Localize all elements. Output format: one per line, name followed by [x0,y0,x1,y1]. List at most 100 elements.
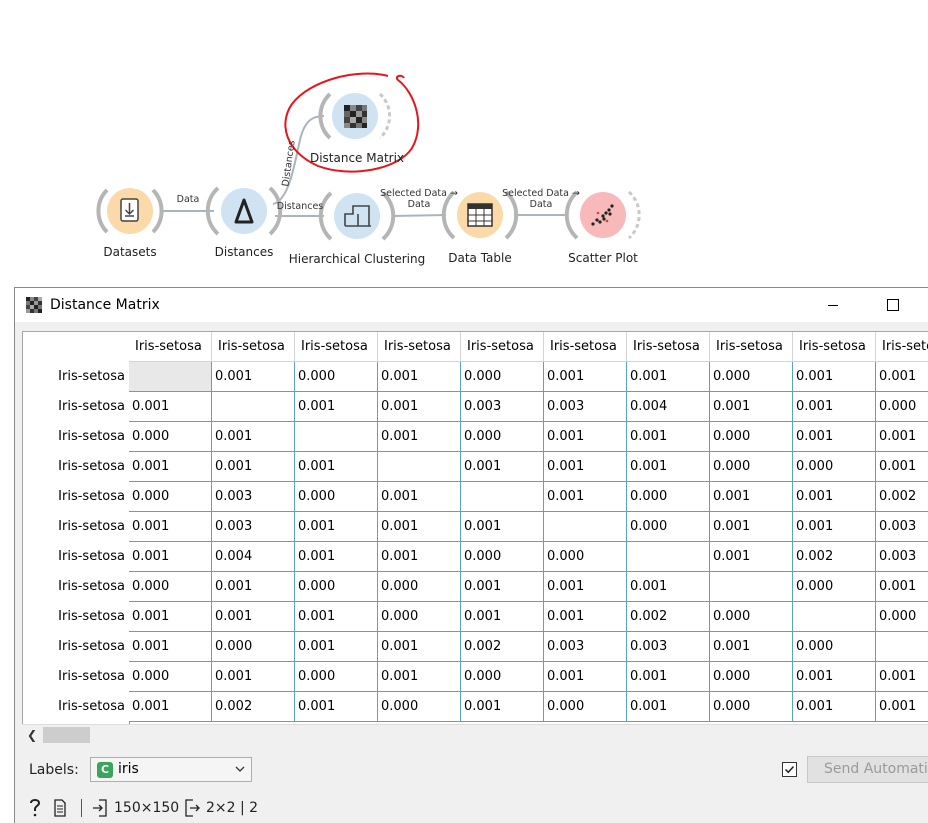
matrix-cell[interactable]: 0.001 [710,392,793,422]
matrix-cell[interactable]: 0.000 [793,452,876,482]
matrix-cell[interactable]: 0.001 [710,482,793,512]
matrix-cell[interactable]: 0.001 [129,392,212,422]
matrix-cell[interactable] [295,422,378,452]
row-header[interactable]: Iris-setosa [23,572,129,602]
matrix-cell[interactable]: 0.000 [544,692,627,722]
matrix-cell[interactable]: 0.000 [295,482,378,512]
matrix-cell[interactable] [212,392,295,422]
document-icon[interactable] [51,793,69,823]
column-header[interactable]: Iris-setosa [876,332,928,362]
matrix-cell[interactable]: 0.001 [378,662,461,692]
matrix-cell[interactable]: 0.001 [295,602,378,632]
matrix-cell[interactable]: 0.003 [212,512,295,542]
matrix-cell[interactable]: 0.000 [627,512,710,542]
matrix-cell[interactable]: 0.001 [793,392,876,422]
matrix-cell[interactable]: 0.002 [876,482,928,512]
matrix-cell[interactable]: 0.000 [793,572,876,602]
matrix-cell[interactable]: 0.003 [212,482,295,512]
column-header[interactable]: Iris-setosa [461,332,544,362]
matrix-cell[interactable]: 0.001 [544,662,627,692]
column-header[interactable]: Iris-setosa [129,332,212,362]
labels-combobox[interactable]: C iris [90,757,252,782]
matrix-cell[interactable]: 0.000 [129,572,212,602]
maximize-button[interactable] [880,288,906,322]
row-header[interactable]: Iris-setosa [23,542,129,572]
column-header[interactable]: Iris-setosa [212,332,295,362]
matrix-cell[interactable]: 0.001 [129,542,212,572]
matrix-cell[interactable]: 0.000 [710,362,793,392]
matrix-cell[interactable]: 0.001 [710,632,793,662]
minimize-button[interactable] [820,288,846,322]
matrix-cell[interactable]: 0.001 [212,602,295,632]
matrix-cell[interactable]: 0.001 [212,452,295,482]
matrix-cell[interactable]: 0.001 [793,512,876,542]
matrix-cell[interactable]: 0.001 [378,542,461,572]
column-header[interactable]: Iris-setosa [295,332,378,362]
matrix-cell[interactable]: 0.001 [129,632,212,662]
matrix-cell[interactable]: 0.000 [710,662,793,692]
row-header[interactable]: Iris-setosa [23,632,129,662]
matrix-cell[interactable]: 0.000 [129,482,212,512]
row-header[interactable]: Iris-setosa [23,662,129,692]
matrix-cell[interactable]: 0.001 [129,602,212,632]
matrix-cell[interactable]: 0.000 [212,632,295,662]
matrix-cell[interactable]: 0.000 [461,662,544,692]
matrix-cell[interactable]: 0.001 [544,482,627,512]
row-header[interactable]: Iris-setosa [23,692,129,722]
matrix-cell[interactable]: 0.001 [461,572,544,602]
title-bar[interactable]: Distance Matrix [15,288,928,322]
matrix-cell[interactable]: 0.001 [461,452,544,482]
matrix-cell[interactable]: 0.001 [627,692,710,722]
matrix-cell[interactable]: 0.001 [212,572,295,602]
matrix-cell[interactable]: 0.003 [627,632,710,662]
matrix-cell[interactable]: 0.000 [876,392,928,422]
matrix-cell[interactable] [544,512,627,542]
matrix-cell[interactable]: 0.000 [295,362,378,392]
matrix-cell[interactable]: 0.000 [710,452,793,482]
matrix-cell[interactable]: 0.001 [295,692,378,722]
matrix-cell[interactable]: 0.001 [295,542,378,572]
matrix-cell[interactable]: 0.000 [710,422,793,452]
matrix-cell[interactable]: 0.004 [212,542,295,572]
matrix-cell[interactable]: 0.001 [544,452,627,482]
matrix-cell[interactable]: 0.001 [793,362,876,392]
matrix-cell[interactable]: 0.000 [295,572,378,602]
matrix-cell[interactable] [461,482,544,512]
row-header[interactable]: Iris-setosa [23,512,129,542]
scroll-left-arrow-icon[interactable]: ❮ [22,725,42,745]
matrix-cell[interactable]: 0.001 [461,512,544,542]
matrix-cell[interactable]: 0.001 [876,362,928,392]
matrix-cell[interactable]: 0.000 [378,692,461,722]
matrix-cell[interactable]: 0.001 [793,692,876,722]
column-header[interactable]: Iris-setosa [627,332,710,362]
matrix-cell[interactable]: 0.001 [627,422,710,452]
row-header[interactable]: Iris-setosa [23,422,129,452]
matrix-cell[interactable]: 0.001 [295,452,378,482]
matrix-cell[interactable] [129,362,212,392]
matrix-cell[interactable]: 0.001 [876,692,928,722]
matrix-cell[interactable] [793,602,876,632]
matrix-cell[interactable]: 0.001 [876,662,928,692]
matrix-cell[interactable]: 0.001 [129,452,212,482]
scroll-thumb[interactable] [43,727,90,743]
matrix-cell[interactable]: 0.001 [710,512,793,542]
matrix-cell[interactable]: 0.003 [876,512,928,542]
matrix-cell[interactable]: 0.000 [544,542,627,572]
matrix-cell[interactable]: 0.001 [876,422,928,452]
column-header[interactable]: Iris-setosa [378,332,461,362]
matrix-cell[interactable]: 0.000 [627,482,710,512]
matrix-cell[interactable]: 0.001 [378,482,461,512]
node-distance-matrix[interactable] [318,92,392,140]
matrix-cell[interactable]: 0.001 [378,422,461,452]
row-header[interactable]: Iris-setosa [23,452,129,482]
send-automatically-button[interactable]: Send Automatically [807,756,928,783]
node-datasets[interactable] [96,188,164,234]
row-header[interactable]: Iris-setosa [23,482,129,512]
matrix-cell[interactable]: 0.000 [710,602,793,632]
matrix-cell[interactable]: 0.001 [295,392,378,422]
matrix-cell[interactable]: 0.004 [627,392,710,422]
matrix-cell[interactable]: 0.001 [212,422,295,452]
matrix-cell[interactable]: 0.000 [129,662,212,692]
matrix-cell[interactable]: 0.001 [876,452,928,482]
matrix-cell[interactable] [710,572,793,602]
